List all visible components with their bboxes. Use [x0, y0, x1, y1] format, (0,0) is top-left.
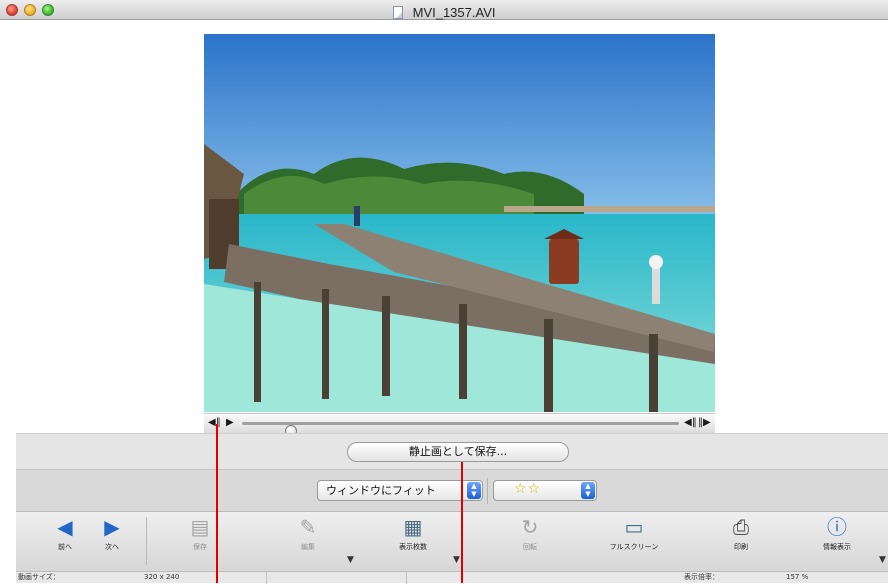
video-frame-image — [204, 34, 715, 412]
skip-forward-button[interactable]: ‖▶ — [698, 417, 711, 429]
next-button[interactable]: ▶ 次へ — [82, 513, 142, 553]
popup-divider — [487, 478, 488, 504]
monitor-icon: ▭ — [624, 515, 644, 539]
display-count-dropdown-arrow-icon[interactable]: ▼ — [453, 555, 460, 565]
rotate-icon: ↻ — [521, 515, 539, 539]
callout-line-controller — [216, 424, 218, 583]
edit-tools-icon: ✎ — [299, 515, 317, 539]
status-bar: 動画サイズ： 320 x 240 表示倍率： 157 % — [16, 571, 888, 584]
next-label: 次へ — [105, 543, 119, 551]
info-dropdown-arrow-icon[interactable]: ▼ — [879, 555, 886, 565]
status-separator — [406, 572, 407, 584]
display-count-button[interactable]: ▦ 表示枚数 — [383, 513, 443, 553]
document-icon — [392, 6, 403, 19]
fit-window-popup[interactable]: ウィンドウにフィット ▲ ▼ — [317, 480, 483, 501]
edit-dropdown-arrow-icon[interactable]: ▼ — [347, 555, 354, 565]
skip-back-button[interactable]: ◀‖ — [684, 417, 697, 429]
save-toolbar-button[interactable]: ▤ 保存 — [170, 513, 230, 553]
edit-button[interactable]: ✎ 編集 — [278, 513, 338, 553]
info-button[interactable]: ⓘ 情報表示 — [807, 513, 867, 553]
fullscreen-label: フルスクリーン — [609, 543, 659, 551]
window-left-edge — [0, 20, 16, 583]
step-back-button[interactable]: ◀‖ — [208, 417, 221, 429]
status-separator — [266, 572, 267, 584]
printer-icon: ⎙ — [733, 515, 749, 539]
save-as-still-button[interactable]: 静止画として保存... — [347, 442, 569, 462]
rating-popup[interactable]: ☆☆ ▲ ▼ — [493, 480, 597, 501]
rotate-button[interactable]: ↻ 回転 — [500, 513, 560, 553]
info-icon: ⓘ — [827, 515, 847, 539]
window-title: MVI_1357.AVI — [412, 5, 496, 20]
rotate-label: 回転 — [523, 543, 537, 551]
zoom-value: 157 % — [786, 573, 809, 581]
window-title-wrap: MVI_1357.AVI — [0, 2, 888, 21]
fit-window-label: ウィンドウにフィット — [326, 484, 436, 497]
edit-label: 編集 — [301, 543, 315, 551]
play-button[interactable]: ▶ — [226, 417, 234, 429]
toolbar-separator — [146, 517, 147, 565]
popup-stepper-icon: ▲ ▼ — [581, 482, 595, 499]
print-button[interactable]: ⎙ 印刷 — [711, 513, 771, 553]
info-label: 情報表示 — [823, 543, 851, 551]
print-label: 印刷 — [734, 543, 748, 551]
popup-stepper-icon: ▲ ▼ — [467, 482, 481, 499]
save-icon: ▤ — [190, 515, 210, 539]
video-size-value: 320 x 240 — [144, 573, 180, 581]
grid-view-icon: ▦ — [403, 515, 423, 539]
movie-controller: ◀‖ ▶ ◀‖ ‖▶ — [204, 413, 715, 437]
zoom-label: 表示倍率： — [684, 573, 719, 581]
playback-slider-track[interactable] — [242, 422, 679, 437]
title-bar: MVI_1357.AVI — [0, 0, 888, 20]
arrow-right-icon: ▶ — [104, 515, 120, 539]
video-size-label: 動画サイズ： — [18, 573, 60, 581]
save-label: 保存 — [193, 543, 207, 551]
rating-stars: ☆☆ — [514, 481, 542, 497]
fullscreen-button[interactable]: ▭ フルスクリーン — [604, 513, 664, 553]
video-frame[interactable] — [204, 34, 715, 412]
display-count-label: 表示枚数 — [399, 543, 427, 551]
callout-line-save-still — [461, 462, 463, 583]
